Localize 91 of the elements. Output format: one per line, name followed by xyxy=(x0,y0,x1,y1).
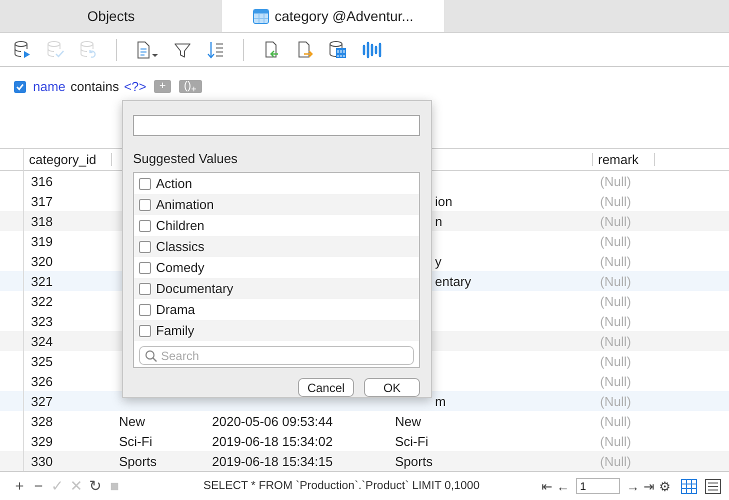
action-button[interactable]: ↻ xyxy=(86,477,105,495)
value-label[interactable]: Documentary xyxy=(156,281,234,296)
table-cell-text: 323 xyxy=(30,314,54,328)
document-icon[interactable] xyxy=(135,40,159,60)
checkbox[interactable] xyxy=(139,178,151,190)
database-play-icon[interactable] xyxy=(13,40,32,60)
action-button[interactable]: − xyxy=(29,478,48,494)
checkbox[interactable] xyxy=(139,262,151,274)
table-cell-text: 316 xyxy=(30,174,54,188)
table-cell-text: (Null) xyxy=(599,434,632,448)
table-cell-text: 317 xyxy=(30,194,54,208)
value-label[interactable]: Action xyxy=(156,176,192,191)
bar-chart-icon[interactable] xyxy=(361,40,382,60)
checkbox[interactable] xyxy=(139,282,151,294)
value-input-field[interactable] xyxy=(133,115,420,136)
tab[interactable]: category @Adventur... xyxy=(222,0,444,32)
table-cell-text: (Null) xyxy=(599,174,632,188)
table-cell-text: Sports xyxy=(394,454,434,468)
nav-button[interactable]: ⇥ xyxy=(641,478,657,494)
cancel-button[interactable]: Cancel xyxy=(298,378,354,397)
grid-view-icon[interactable] xyxy=(681,478,697,494)
nav-button[interactable]: → xyxy=(625,478,641,494)
checkbox[interactable] xyxy=(139,220,151,232)
table-cell-text: 325 xyxy=(30,354,54,368)
table-cell-text: 329 xyxy=(30,434,54,448)
search-field[interactable]: Search xyxy=(139,346,414,365)
action-button[interactable]: + xyxy=(10,478,29,494)
nav-button[interactable]: ⇤ xyxy=(539,478,555,494)
table-cell-text: 2019-06-18 15:34:02 xyxy=(211,434,334,448)
table-cell-text: Sci-Fi xyxy=(394,434,430,448)
table-cell-text: 327 xyxy=(30,394,54,408)
table-cell-text: ion xyxy=(434,194,454,208)
value-label[interactable]: Classics xyxy=(156,239,204,254)
sort-icon[interactable] xyxy=(206,40,225,60)
table-cell-text: m xyxy=(434,394,447,408)
value-label[interactable]: Children xyxy=(156,218,204,233)
table-cell-text: 324 xyxy=(30,334,54,348)
value-link[interactable]: <?> xyxy=(124,79,146,94)
sql-query: SELECT * FROM `Production`.`Product` LIMIT 0,1000 xyxy=(202,480,481,492)
value-label[interactable]: Family xyxy=(156,323,194,338)
table-cell-text: 326 xyxy=(30,374,54,388)
table-cell-text: (Null) xyxy=(599,274,632,288)
table-cell-text: Sports xyxy=(118,454,158,468)
checkbox[interactable] xyxy=(139,240,151,252)
column-header[interactable]: remark xyxy=(593,153,655,166)
table-cell-text: (Null) xyxy=(599,234,632,248)
checkbox[interactable] xyxy=(139,324,151,336)
table-cell-text: (Null) xyxy=(599,374,632,388)
value-label[interactable]: Animation xyxy=(156,197,214,212)
table-cell-text: entary xyxy=(434,274,472,288)
table-cell-text: 322 xyxy=(30,294,54,308)
table-cell-text: (Null) xyxy=(599,194,632,208)
table-cell-text: (Null) xyxy=(599,314,632,328)
tab[interactable]: Objects xyxy=(0,0,222,32)
checkbox[interactable] xyxy=(14,80,26,92)
field-name-link[interactable]: name xyxy=(33,79,66,94)
table-cell-text: (Null) xyxy=(599,254,632,268)
page-field[interactable]: 1 xyxy=(576,478,620,494)
form-view-icon[interactable] xyxy=(705,478,721,494)
table-cell-text: 320 xyxy=(30,254,54,268)
table-cell-text: 319 xyxy=(30,234,54,248)
search-icon xyxy=(145,350,157,362)
table-cell-text: New xyxy=(394,414,422,428)
table-cell-text: (Null) xyxy=(599,354,632,368)
table-cell-text: (Null) xyxy=(599,454,632,468)
value-label[interactable]: Drama xyxy=(156,302,196,317)
nav-button[interactable]: ← xyxy=(555,478,571,494)
operator-link[interactable]: contains xyxy=(70,79,119,94)
table-cell-text: 328 xyxy=(30,414,54,428)
table-cell-text: 2019-06-18 15:34:15 xyxy=(211,454,334,468)
table-cell-text: (Null) xyxy=(599,414,632,428)
table-cell-text: (Null) xyxy=(599,334,632,348)
section-heading: Suggested Values xyxy=(133,151,239,166)
table-cell-text: (Null) xyxy=(599,294,632,308)
value-label[interactable]: Comedy xyxy=(156,260,204,275)
table-cell-text: (Null) xyxy=(599,394,632,408)
database-table-icon[interactable] xyxy=(328,40,347,60)
table-cell-text: (Null) xyxy=(599,214,632,228)
table-cell-text: New xyxy=(118,414,146,428)
table-cell-text: 2020-05-06 09:53:44 xyxy=(211,414,334,428)
checkbox[interactable] xyxy=(139,304,151,316)
nav-button[interactable]: ⚙ xyxy=(657,478,673,494)
table-cell-text: 330 xyxy=(30,454,54,468)
column-header[interactable]: category_id xyxy=(24,153,112,166)
checkbox[interactable] xyxy=(139,198,151,210)
ok-button[interactable]: OK xyxy=(364,378,420,397)
table-cell-text: n xyxy=(434,214,444,228)
table-cell-text: 321 xyxy=(30,274,54,288)
table-cell-text: y xyxy=(434,254,442,268)
table-cell-text: Sci-Fi xyxy=(118,434,154,448)
table-cell-text: 318 xyxy=(30,214,54,228)
